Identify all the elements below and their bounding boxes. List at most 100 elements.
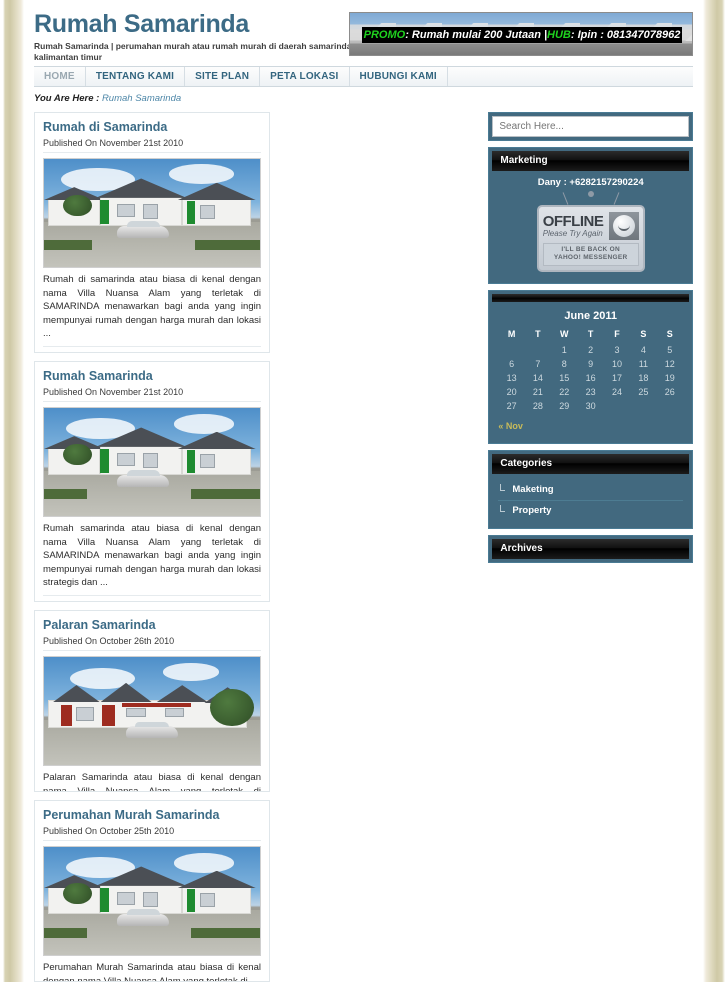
search-input[interactable] <box>492 116 689 137</box>
calendar-day: 5 <box>667 345 673 355</box>
calendar-weekday: S <box>640 329 647 339</box>
ym-status-sub: Please Try Again <box>542 228 603 238</box>
post-excerpt: Rumah di samarinda atau biasa di kenal d… <box>43 273 261 347</box>
post-thumbnail[interactable] <box>43 656 261 766</box>
post-title[interactable]: Rumah di Samarinda <box>43 120 261 135</box>
post-date: Published On October 26th 2010 <box>43 636 261 651</box>
post-title[interactable]: Palaran Samarinda <box>43 618 261 633</box>
promo-text: : Rumah mulai 200 Jutaan | <box>405 29 548 41</box>
post-card[interactable]: Rumah di Samarinda Published On November… <box>34 112 270 353</box>
nav-item-home[interactable]: HOME <box>34 67 86 86</box>
promo-label: PROMO <box>363 29 406 41</box>
yahoo-messenger-status-icon[interactable]: OFFLINE Please Try Again I'LL BE BACK ON… <box>536 191 645 272</box>
post-excerpt: Palaran Samarinda atau biasa di kenal de… <box>43 771 261 791</box>
breadcrumb-prefix: You Are Here : <box>34 93 100 104</box>
post-thumbnail[interactable] <box>43 158 261 268</box>
calendar-weekday: S <box>666 329 673 339</box>
post-title[interactable]: Rumah Samarinda <box>43 369 261 384</box>
calendar-day: 12 <box>664 359 675 369</box>
calendar-day: 6 <box>509 359 515 369</box>
calendar-day <box>657 399 683 413</box>
breadcrumb-current[interactable]: Rumah Samarinda <box>102 93 181 104</box>
calendar-week-row: 27 28 29 30 <box>498 399 683 413</box>
calendar-weekday: F <box>614 329 620 339</box>
marketing-widget: Marketing Dany : +6282157290224 OFFLINE … <box>488 147 693 284</box>
post-card[interactable]: Perumahan Murah Samarinda Published On O… <box>34 800 270 982</box>
ym-status-footer: I'LL BE BACK ON YAHOO! MESSENGER <box>542 243 639 266</box>
post-grid: Rumah di Samarinda Published On November… <box>34 112 478 982</box>
promo-banner[interactable]: PROMO : Rumah mulai 200 Jutaan | HUB : I… <box>349 12 693 56</box>
calendar-day: 19 <box>664 373 675 383</box>
calendar-day: 4 <box>640 345 646 355</box>
calendar-day: 21 <box>532 387 543 397</box>
breadcrumb: You Are Here : Rumah Samarinda <box>34 93 693 104</box>
marketing-widget-title: Marketing <box>492 151 689 171</box>
post-excerpt: Perumahan Murah Samarinda atau biasa di … <box>43 961 261 981</box>
calendar-month-label: June 2011 <box>564 310 617 322</box>
calendar-day: 7 <box>535 359 541 369</box>
calendar-day: 20 <box>506 387 517 397</box>
calendar-week-row: 20 21 22 23 24 25 26 <box>498 385 683 399</box>
category-item[interactable]: Property <box>498 501 683 521</box>
post-date: Published On November 21st 2010 <box>43 138 261 153</box>
calendar-day: 14 <box>532 373 543 383</box>
category-item[interactable]: Maketing <box>498 480 683 501</box>
post-excerpt: Rumah samarinda atau biasa di kenal deng… <box>43 522 261 596</box>
categories-list: Maketing Property <box>492 474 689 525</box>
calendar-widget-title <box>492 294 689 302</box>
post-card[interactable]: Palaran Samarinda Published On October 2… <box>34 610 270 792</box>
calendar-weekday-row: M T W T F S S <box>498 327 683 343</box>
categories-widget-title: Categories <box>492 454 689 474</box>
post-thumbnail[interactable] <box>43 846 261 956</box>
calendar-day: 30 <box>585 401 596 411</box>
calendar-day <box>604 399 630 413</box>
calendar-day: 26 <box>664 387 675 397</box>
post-thumbnail[interactable] <box>43 407 261 517</box>
hub-text: : Ipin : 081347078962 <box>570 29 681 41</box>
post-card[interactable]: Rumah Samarinda Published On November 21… <box>34 361 270 602</box>
calendar-day: 9 <box>588 359 594 369</box>
category-label: Property <box>512 505 552 516</box>
ym-footer-line2: YAHOO! MESSENGER <box>553 254 628 261</box>
calendar-weekday: T <box>535 329 541 339</box>
calendar-day: 28 <box>532 401 543 411</box>
calendar-nav: « Nov <box>498 416 683 434</box>
search-widget <box>488 112 693 141</box>
post-date: Published On October 25th 2010 <box>43 826 261 841</box>
calendar-weekday: T <box>587 329 594 339</box>
nav-item-site-plan[interactable]: SITE PLAN <box>185 67 261 86</box>
sidebar: Marketing Dany : +6282157290224 OFFLINE … <box>488 112 693 563</box>
calendar-prev-month-link[interactable]: « Nov <box>498 421 523 431</box>
calendar-day <box>630 399 656 413</box>
calendar-week-row: 6 7 8 9 10 11 12 <box>498 357 683 371</box>
main-navigation: HOME TENTANG KAMI SITE PLAN PETA LOKASI … <box>34 66 693 87</box>
ym-status-main: OFFLINE <box>542 212 604 230</box>
post-date: Published On November 21st 2010 <box>43 387 261 402</box>
calendar-day: 25 <box>638 387 649 397</box>
page-root: Rumah Samarinda Rumah Samarinda | peruma… <box>24 0 703 982</box>
smiley-icon <box>608 212 639 240</box>
site-tagline: Rumah Samarinda | perumahan murah atau r… <box>34 41 352 62</box>
nav-item-peta-lokasi[interactable]: PETA LOKASI <box>260 67 350 86</box>
calendar-week-row: 1 2 3 4 5 <box>498 343 683 357</box>
post-title[interactable]: Perumahan Murah Samarinda <box>43 808 261 823</box>
calendar-week-row: 13 14 15 16 17 18 19 <box>498 371 683 385</box>
hub-label: HUB <box>547 29 571 41</box>
nav-item-tentang-kami[interactable]: TENTANG KAMI <box>86 67 186 86</box>
calendar-day: 24 <box>612 387 623 397</box>
calendar-day: 22 <box>559 387 570 397</box>
calendar-day: 3 <box>614 345 620 355</box>
nav-item-hubungi-kami[interactable]: HUBUNGI KAMI <box>350 67 448 86</box>
category-label: Maketing <box>512 484 554 495</box>
marketing-contact: Dany : +6282157290224 <box>537 177 644 188</box>
categories-widget: Categories Maketing Property <box>488 450 693 529</box>
calendar-day <box>498 343 524 357</box>
calendar-day: 15 <box>559 373 570 383</box>
calendar-widget: June 2011 M T W T F S S 1 2 3 4 5 6 7 8 … <box>488 290 693 444</box>
banner-text-strip: PROMO : Rumah mulai 200 Jutaan | HUB : I… <box>362 27 682 43</box>
calendar-day: 18 <box>638 373 649 383</box>
calendar-day: 11 <box>638 359 649 369</box>
archives-widget-title: Archives <box>492 539 689 559</box>
calendar-day <box>525 343 551 357</box>
calendar-day: 13 <box>506 373 517 383</box>
